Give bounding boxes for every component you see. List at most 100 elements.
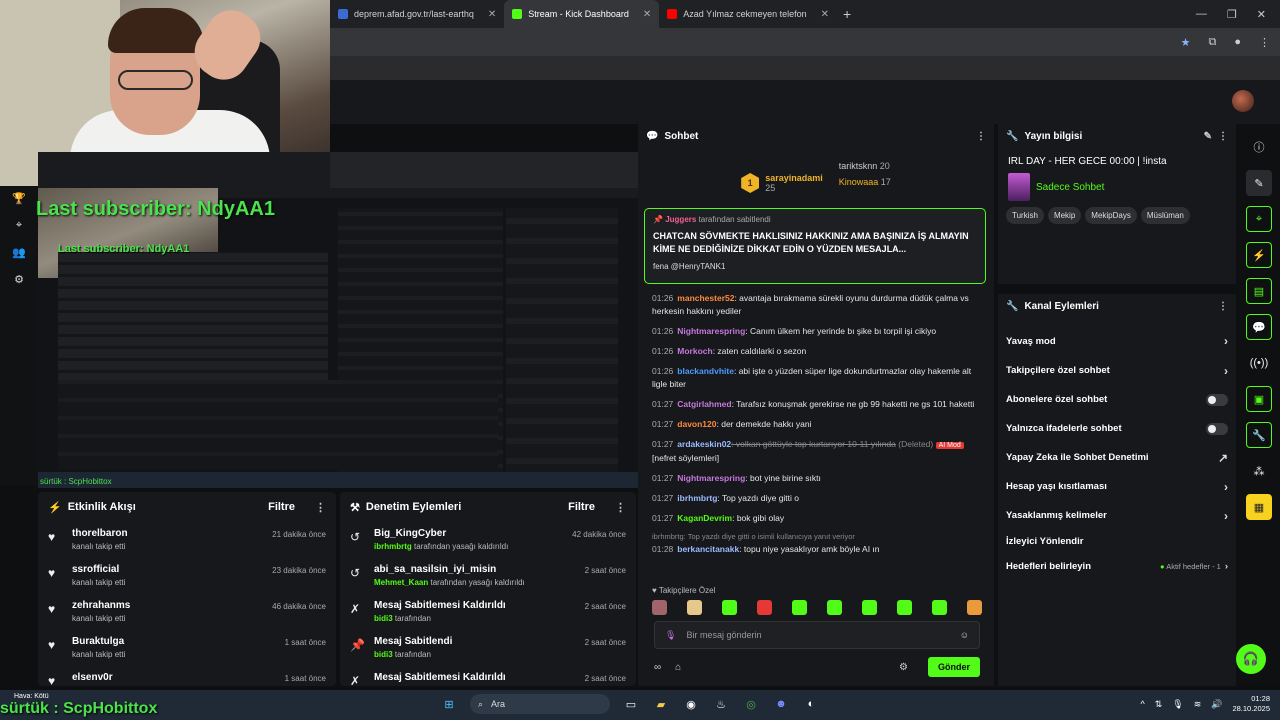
moderation-filter-button[interactable]: Filtre xyxy=(568,501,595,513)
camera-icon[interactable]: ⌖ xyxy=(1246,206,1272,232)
app-icon[interactable]: ◉ xyxy=(682,695,700,713)
close-window-icon[interactable]: ✕ xyxy=(1257,8,1266,21)
banned-words-action[interactable]: Yasaklanmış kelimeler › xyxy=(998,501,1236,530)
tag[interactable]: Mekip xyxy=(1047,207,1082,224)
maximize-icon[interactable]: ❐ xyxy=(1227,8,1237,21)
more-options-icon[interactable]: ⋮ xyxy=(976,131,986,142)
kick-favicon-icon xyxy=(512,9,523,19)
chat-settings-icon[interactable]: ⚙ xyxy=(899,662,908,673)
edit-icon[interactable]: ✎ xyxy=(1204,131,1212,142)
close-tab-icon[interactable]: ✕ xyxy=(488,9,496,20)
emote[interactable] xyxy=(652,600,667,615)
avatar[interactable] xyxy=(1232,90,1254,112)
save-icon[interactable]: ▣ xyxy=(1246,386,1272,412)
tag[interactable]: Turkish xyxy=(1006,207,1044,224)
emote[interactable] xyxy=(862,600,877,615)
activity-item: ♥ zehrahanms kanalı takip etti 46 dakika … xyxy=(48,600,326,623)
more-options-icon[interactable]: ⋮ xyxy=(1218,131,1228,142)
bookmark-star-icon[interactable]: ★ xyxy=(1181,36,1191,49)
browser-tab-afad[interactable]: deprem.afad.gov.tr/last-earthq ✕ xyxy=(330,0,504,28)
chat-message: 01:28 berkancitanakk: topu niye yasaklıyo… xyxy=(652,544,880,554)
emote[interactable] xyxy=(897,600,912,615)
address-bar[interactable]: ★ ⧉ ● ⋮ xyxy=(330,28,1280,56)
task-view-icon[interactable]: ▭ xyxy=(622,695,640,713)
edit-icon[interactable]: ✎ xyxy=(1246,170,1272,196)
extensions-icon[interactable]: ⧉ xyxy=(1208,36,1216,49)
close-tab-icon[interactable]: ✕ xyxy=(643,9,651,20)
hammer-icon: ⚒ xyxy=(350,501,360,514)
chat-bubble-icon: 💬 xyxy=(646,130,659,142)
network-icon[interactable]: ⇅ xyxy=(1155,699,1163,710)
close-tab-icon[interactable]: ✕ xyxy=(821,9,829,20)
emote[interactable] xyxy=(687,600,702,615)
gear-icon[interactable]: ⚙ xyxy=(14,273,24,286)
category-link[interactable]: Sadece Sohbet xyxy=(1036,182,1104,193)
store-icon[interactable]: ⌂ xyxy=(675,662,681,673)
browser-tab-kick[interactable]: Stream - Kick Dashboard ✕ xyxy=(504,0,660,28)
emote-picker-icon[interactable]: ∞ xyxy=(654,662,661,673)
chat-message-deleted: 01:27 ardakeskin02: volkan göttüyle top k… xyxy=(652,438,982,465)
camera-icon[interactable]: ⌖ xyxy=(16,219,22,232)
pin-icon: 📌 xyxy=(350,638,365,652)
chrome-icon[interactable]: ◎ xyxy=(742,695,760,713)
browser-tab-youtube[interactable]: Azad Yılmaz cekmeyen telefon ✕ xyxy=(659,0,837,28)
info-icon[interactable]: ⓘ xyxy=(1246,134,1272,160)
subscribers-only-toggle[interactable] xyxy=(1206,393,1228,406)
tag[interactable]: MekipDays xyxy=(1085,207,1137,224)
emote[interactable] xyxy=(827,600,842,615)
chevron-right-icon: › xyxy=(1224,363,1228,378)
discord-icon[interactable]: ☻ xyxy=(772,695,790,713)
subscribers-only-action: Abonelere özel sohbet xyxy=(998,385,1236,414)
minimize-icon[interactable]: — xyxy=(1196,8,1207,21)
more-options-icon[interactable]: ⋮ xyxy=(315,501,326,514)
lightning-icon[interactable]: ⚡ xyxy=(1246,242,1272,268)
system-clock[interactable]: 01:28 28.10.2025 xyxy=(1232,694,1270,714)
new-tab-icon[interactable]: + xyxy=(843,6,851,22)
tag[interactable]: Müslüman xyxy=(1140,207,1190,224)
volume-icon[interactable]: 🔊 xyxy=(1211,699,1222,710)
account-age-action[interactable]: Hesap yaşı kısıtlaması › xyxy=(998,472,1236,501)
ai-moderation-action[interactable]: Yapay Zeka ile Sohbet Denetimi ↗ xyxy=(998,443,1236,472)
goals-action[interactable]: Hedefleri belirleyin ● Aktif hedefler - 1… xyxy=(998,552,1236,581)
slow-mode-action[interactable]: Yavaş mod › xyxy=(998,326,1236,356)
chevron-up-icon[interactable]: ^ xyxy=(1140,699,1144,709)
support-headset-icon[interactable]: 🎧 xyxy=(1236,644,1266,674)
browser-menu-icon[interactable]: ⋮ xyxy=(1259,36,1270,49)
send-button[interactable]: Gönder xyxy=(927,657,980,677)
more-options-icon[interactable]: ⋮ xyxy=(615,501,626,514)
followers-only-action[interactable]: Takipçilere özel sohbet › xyxy=(998,356,1236,385)
chat-bubble-icon[interactable]: 💬 xyxy=(1246,314,1272,340)
obs-icon[interactable]: ◐ xyxy=(802,695,820,713)
emoji-icon[interactable]: ☺ xyxy=(960,630,969,640)
users-icon[interactable]: 👥 xyxy=(12,246,26,259)
microphone-icon[interactable]: 🎙 xyxy=(1172,699,1183,710)
emote-only-toggle[interactable] xyxy=(1206,422,1228,435)
taskbar-search[interactable]: ⌕ Ara xyxy=(470,694,610,714)
chat-message-input[interactable]: 🎙 Bir mesaj gönderin ☺ xyxy=(654,621,980,649)
share-icon[interactable]: ⁂ xyxy=(1246,458,1272,484)
emote[interactable] xyxy=(722,600,737,615)
gold-medal-icon: 1 xyxy=(741,173,760,193)
file-explorer-icon[interactable]: ▰ xyxy=(652,695,670,713)
wifi-icon[interactable]: ≋ xyxy=(1194,699,1202,710)
emote[interactable] xyxy=(932,600,947,615)
pinned-message[interactable]: 📌 Juggers tarafından sabitlendi CHATCAN … xyxy=(644,208,986,284)
windows-start-icon[interactable]: ⊞ xyxy=(440,695,458,713)
chevron-right-icon: › xyxy=(1224,561,1228,572)
wrench-icon[interactable]: 🔧 xyxy=(1246,422,1272,448)
chat-panel: 💬 Sohbet ⋮ 1 sarayinadami 25 tariktsknn … xyxy=(638,124,994,686)
broadcast-icon[interactable]: ((•)) xyxy=(1246,350,1272,376)
gift-icon[interactable]: ▦ xyxy=(1246,494,1272,520)
emote[interactable] xyxy=(967,600,982,615)
steam-icon[interactable]: ♨ xyxy=(712,695,730,713)
ai-mod-badge: AI Mod xyxy=(935,442,964,449)
microphone-icon[interactable]: 🎙 xyxy=(665,630,676,641)
profile-icon[interactable]: ● xyxy=(1234,36,1241,48)
document-icon[interactable]: ▤ xyxy=(1246,278,1272,304)
emote[interactable] xyxy=(792,600,807,615)
activity-filter-button[interactable]: Filtre xyxy=(268,501,295,513)
trophy-icon[interactable]: 🏆 xyxy=(12,192,26,205)
emote[interactable] xyxy=(757,600,772,615)
more-options-icon[interactable]: ⋮ xyxy=(1218,301,1228,312)
raid-action[interactable]: İzleyici Yönlendir xyxy=(998,530,1236,552)
